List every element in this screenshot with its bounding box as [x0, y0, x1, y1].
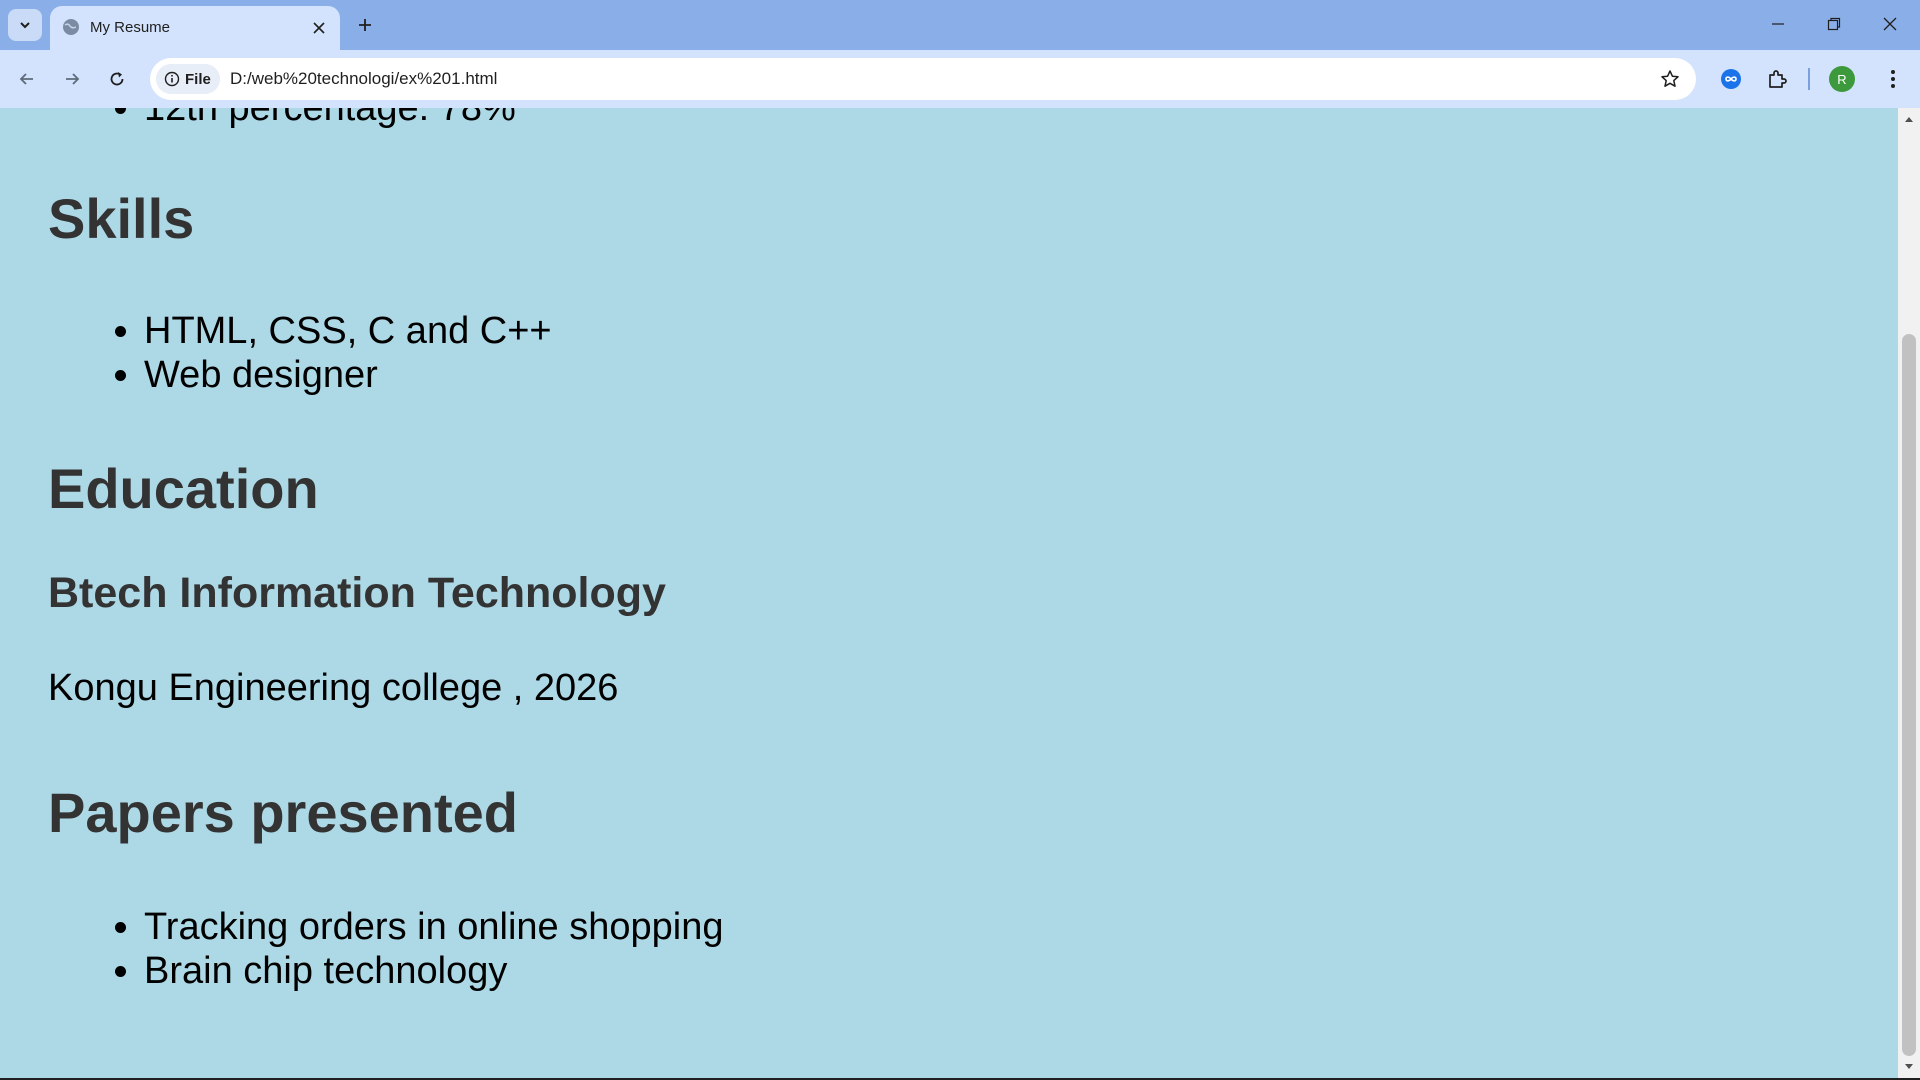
list-item: 12th percentage: 78%: [144, 108, 516, 130]
forward-button[interactable]: [56, 63, 88, 95]
close-icon: [1883, 17, 1897, 31]
scroll-up-button[interactable]: [1898, 108, 1920, 130]
kebab-menu-icon: [1891, 70, 1895, 88]
caret-down-icon: [1905, 1064, 1913, 1069]
caret-up-icon: [1905, 117, 1913, 122]
reload-icon: [110, 72, 124, 86]
url-text[interactable]: D:/web%20technologi/ex%201.html: [230, 69, 497, 89]
page-viewport: 12th percentage: 78% Skills HTML, CSS, C…: [0, 108, 1898, 1078]
list-item: Tracking orders in online shopping: [144, 905, 723, 949]
tab-title: My Resume: [90, 19, 171, 36]
site-chip-label: File: [185, 70, 211, 88]
tab-my-resume[interactable]: My Resume: [50, 6, 340, 50]
address-bar[interactable]: File D:/web%20technologi/ex%201.html: [150, 58, 1696, 100]
bookmark-button[interactable]: [1658, 67, 1682, 91]
scroll-down-button[interactable]: [1898, 1056, 1920, 1078]
info-icon: [164, 71, 180, 87]
restore-icon: [1827, 17, 1841, 31]
scrollbar-thumb[interactable]: [1902, 334, 1916, 1056]
papers-list: Tracking orders in online shopping Brain…: [144, 905, 723, 993]
profile-avatar[interactable]: R: [1829, 66, 1855, 92]
list-item: HTML, CSS, C and C++: [144, 309, 552, 353]
browser-menu-button[interactable]: [1877, 63, 1909, 95]
education-heading: Education: [48, 457, 319, 520]
chevron-down-icon: [20, 22, 30, 29]
college-text: Kongu Engineering college , 2026: [48, 667, 619, 709]
vertical-scrollbar[interactable]: [1898, 108, 1920, 1078]
arrow-right-icon: [66, 73, 80, 85]
extension-button[interactable]: [1715, 63, 1747, 95]
close-window-button[interactable]: [1862, 0, 1918, 48]
arrow-left-icon: [19, 73, 33, 85]
plus-icon: [359, 19, 371, 31]
minimize-button[interactable]: [1750, 0, 1806, 48]
star-icon: [1661, 70, 1679, 87]
list-item: Brain chip technology: [144, 949, 723, 993]
browser-toolbar: File D:/web%20technologi/ex%201.html R: [0, 50, 1920, 108]
papers-heading: Papers presented: [48, 781, 518, 844]
marks-list: 12th percentage: 78%: [144, 108, 516, 130]
infinity-icon: [1721, 69, 1741, 89]
toolbar-divider: [1808, 68, 1810, 90]
globe-icon: [63, 19, 79, 35]
new-tab-button[interactable]: [352, 12, 378, 38]
skills-heading: Skills: [48, 187, 195, 250]
close-icon: [313, 22, 325, 34]
reload-button[interactable]: [101, 63, 133, 95]
skills-list: HTML, CSS, C and C++ Web designer: [144, 309, 552, 397]
restore-button[interactable]: [1806, 0, 1862, 48]
tab-search-button[interactable]: [8, 9, 42, 41]
degree-heading: Btech Information Technology: [48, 569, 666, 617]
list-item: Web designer: [144, 353, 552, 397]
back-button[interactable]: [11, 63, 43, 95]
tab-strip: My Resume: [0, 0, 1920, 50]
minimize-icon: [1772, 23, 1784, 25]
tab-close-button[interactable]: [308, 17, 330, 39]
site-info-chip[interactable]: File: [156, 64, 220, 94]
extensions-button[interactable]: [1761, 63, 1793, 95]
puzzle-icon: [1769, 70, 1787, 88]
